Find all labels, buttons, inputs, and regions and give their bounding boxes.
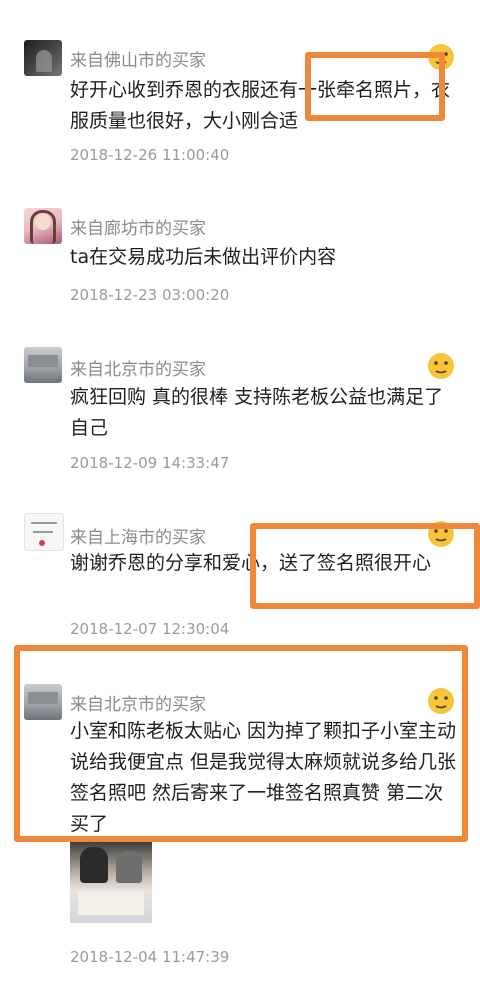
review-text: 疯狂回购 真的很棒 支持陈老板公益也满足了自己 [70,386,444,439]
review-text: 小室和陈老板太贴心 因为掉了颗扣子小室主动说给我便宜点 但是我觉得太麻烦就说多给… [70,720,457,835]
buyer-avatar[interactable] [24,513,64,551]
emoji-face-icon [428,353,454,379]
review-text: ta在交易成功后未做出评价内容 [70,246,337,268]
emoji-face-icon [428,44,454,70]
buyer-location: 来自廊坊市的买家 [70,219,206,239]
buyer-location: 来自佛山市的买家 [70,51,206,71]
buyer-avatar[interactable] [24,40,62,76]
buyer-avatar[interactable] [24,208,62,244]
emoji-face-icon [428,688,454,714]
emoji-face-icon [428,521,454,547]
review-date: 2018-12-04 11:47:39 [70,948,230,966]
buyer-avatar[interactable] [24,684,62,720]
review-date: 2018-12-09 14:33:47 [70,454,230,472]
review-text: 好开心收到乔恩的衣服还有一张牵名照片，衣服质量也很好，大小刚合适 [70,79,451,132]
review-date: 2018-12-07 12:30:04 [70,620,230,638]
review-date: 2018-12-23 03:00:20 [70,286,230,304]
review-date: 2018-12-26 11:00:40 [70,146,230,164]
buyer-location: 来自北京市的买家 [70,360,206,380]
review-text: 谢谢乔恩的分享和爱心，送了签名照很开心 [70,552,432,574]
buyer-location: 来自上海市的买家 [70,528,206,548]
buyer-avatar[interactable] [24,347,62,383]
review-photo[interactable] [70,841,152,923]
buyer-location: 来自北京市的买家 [70,695,206,715]
